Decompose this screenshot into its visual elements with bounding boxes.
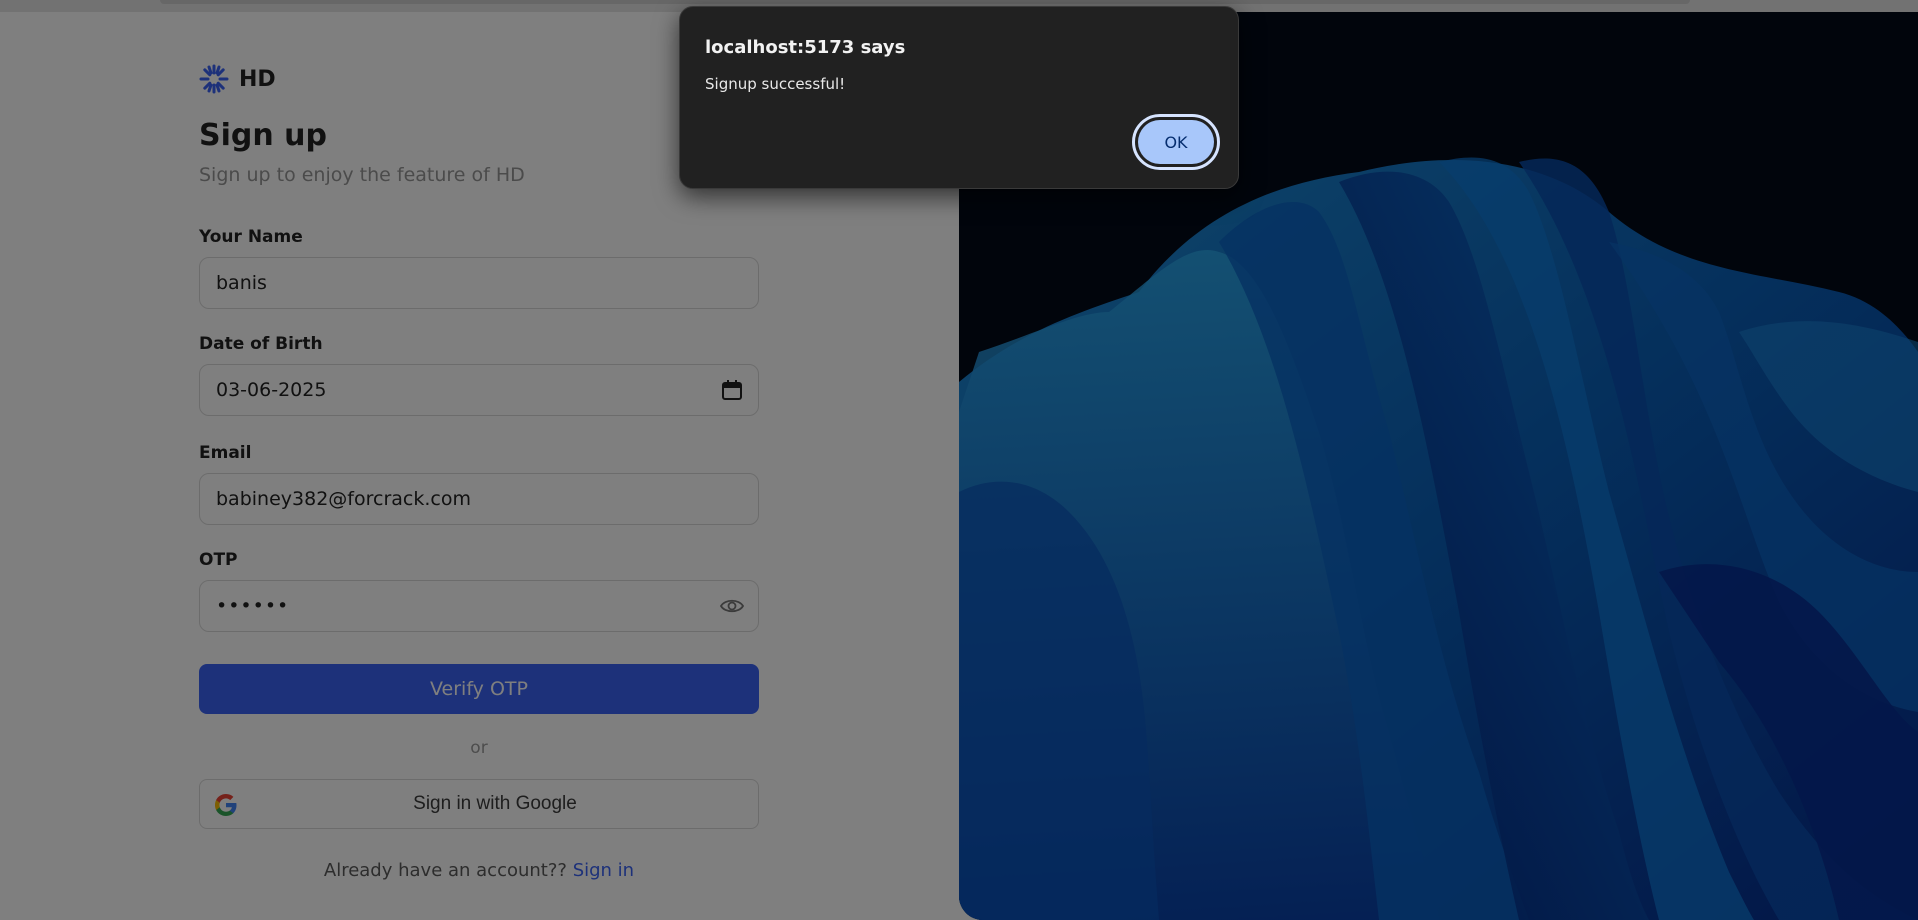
alert-dialog: localhost:5173 says Signup successful! O… xyxy=(679,6,1239,189)
alert-ok-button[interactable]: OK xyxy=(1132,114,1220,170)
alert-ok-label: OK xyxy=(1138,120,1214,164)
alert-title: localhost:5173 says xyxy=(705,37,906,58)
alert-message: Signup successful! xyxy=(705,75,846,93)
